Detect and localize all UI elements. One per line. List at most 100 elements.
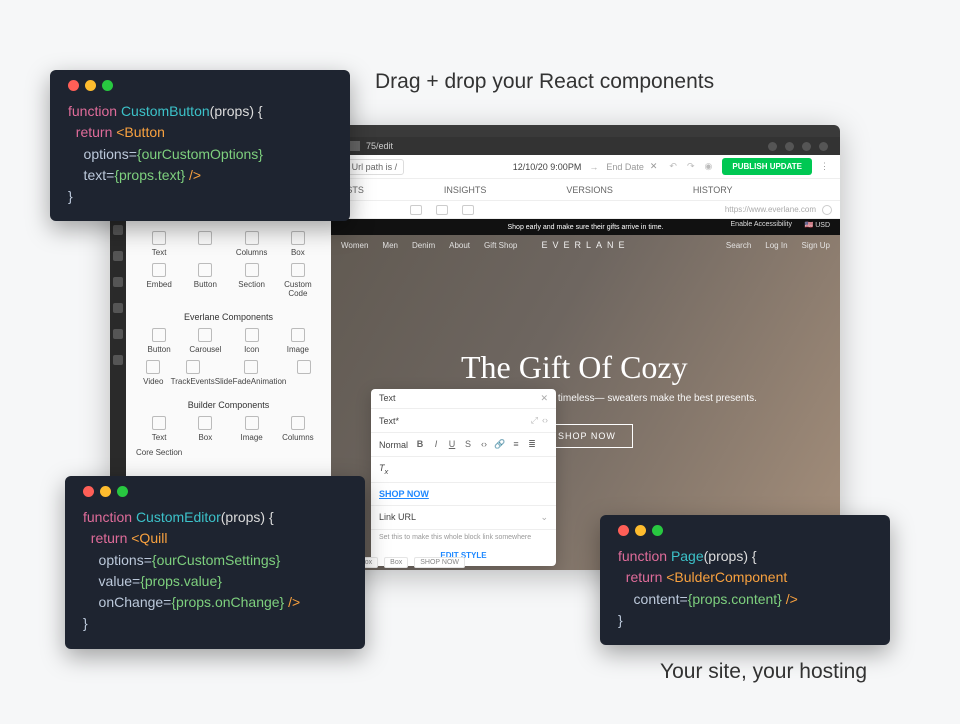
crumb[interactable]: SHOP NOW: [414, 557, 465, 568]
section-icon: [245, 263, 259, 277]
sb-item[interactable]: Video: [136, 360, 171, 386]
block-icon: [198, 231, 212, 245]
link-icon[interactable]: 🔗: [494, 439, 506, 450]
sb-item[interactable]: Image: [275, 328, 321, 354]
bold-icon[interactable]: B: [414, 439, 426, 450]
rail-icon[interactable]: [113, 277, 123, 287]
tab-versions[interactable]: VERSIONS: [566, 185, 613, 195]
device-mobile-icon[interactable]: [462, 205, 474, 215]
minimize-icon[interactable]: [635, 525, 646, 536]
clear-format-icon[interactable]: Tx: [379, 463, 388, 476]
underline-icon[interactable]: U: [446, 439, 458, 450]
accessibility-link[interactable]: Enable Accessibility: [731, 221, 792, 228]
sb-item[interactable]: Embed: [136, 263, 182, 298]
strike-icon[interactable]: S: [462, 439, 474, 450]
code-block: function Page(props) { return <BulderCom…: [618, 546, 872, 631]
schedule-end-date[interactable]: End Date: [606, 162, 644, 172]
text-icon: [152, 231, 166, 245]
image-icon: [245, 416, 259, 430]
device-tablet-icon[interactable]: [436, 205, 448, 215]
publish-button[interactable]: PUBLISH UPDATE: [722, 158, 812, 175]
close-icon[interactable]: [618, 525, 629, 536]
sb-item[interactable]: Text: [136, 231, 182, 257]
sb-item[interactable]: Core Section: [136, 448, 321, 457]
menu-icon[interactable]: [819, 142, 828, 151]
minimize-icon[interactable]: [85, 80, 96, 91]
expand-icon[interactable]: ⤢: [531, 415, 538, 426]
sb-item[interactable]: Box: [275, 231, 321, 257]
close-icon[interactable]: ✕: [540, 393, 548, 404]
chevron-down-icon[interactable]: ⌄: [540, 512, 548, 523]
sb-item[interactable]: Columns: [229, 231, 275, 257]
tab-insights[interactable]: INSIGHTS: [444, 185, 487, 195]
rail-icon[interactable]: [113, 225, 123, 235]
italic-icon[interactable]: I: [430, 439, 442, 450]
code-icon[interactable]: ‹›: [542, 415, 548, 426]
sb-item[interactable]: Box: [182, 416, 228, 442]
rail-icon[interactable]: [113, 355, 123, 365]
sb-item[interactable]: SlideFadeAnimation: [215, 360, 287, 386]
rail-icon[interactable]: [113, 329, 123, 339]
avatar-icon[interactable]: [768, 142, 777, 151]
sb-item[interactable]: Button: [182, 263, 228, 298]
nav-link[interactable]: Gift Shop: [484, 241, 517, 250]
zoom-icon[interactable]: [652, 525, 663, 536]
tab-icon: [350, 141, 360, 151]
code-icon: [291, 263, 305, 277]
sb-item[interactable]: Section: [229, 263, 275, 298]
nav-search[interactable]: Search: [726, 241, 751, 250]
sb-item[interactable]: TrackEvents: [171, 360, 215, 386]
text-input-value[interactable]: SHOP NOW: [379, 489, 429, 499]
nav-link[interactable]: About: [449, 241, 470, 250]
code-window-button: function CustomButton(props) { return <B…: [50, 70, 350, 221]
currency-label[interactable]: 🇺🇸 USD: [805, 221, 830, 229]
avatar-icon[interactable]: [785, 142, 794, 151]
tab-history[interactable]: HISTORY: [693, 185, 733, 195]
code-icon[interactable]: ‹›: [478, 439, 490, 450]
sb-item[interactable]: Carousel: [182, 328, 228, 354]
arrow-right-icon: →: [589, 162, 598, 172]
nav-link[interactable]: Men: [382, 241, 398, 250]
reload-icon[interactable]: [822, 205, 832, 215]
sb-item[interactable]: [182, 231, 228, 257]
list-ol-icon[interactable]: ≡: [510, 439, 522, 450]
brand-logo[interactable]: EVERLANE: [541, 240, 629, 250]
schedule-date[interactable]: 12/10/20 9:00PM: [513, 162, 582, 172]
sb-item[interactable]: Custom Code: [275, 263, 321, 298]
redo-icon[interactable]: ↷: [687, 161, 695, 172]
blank-icon: [297, 360, 311, 374]
rail-icon[interactable]: [113, 251, 123, 261]
sb-item[interactable]: Text: [136, 416, 182, 442]
rail-icon[interactable]: [113, 303, 123, 313]
nav-link[interactable]: Women: [341, 241, 368, 250]
nav-signup[interactable]: Sign Up: [802, 241, 830, 250]
crumb[interactable]: Box: [384, 557, 408, 568]
avatar-icon[interactable]: [802, 142, 811, 151]
close-icon[interactable]: [83, 486, 94, 497]
device-desktop-icon[interactable]: [410, 205, 422, 215]
sb-item[interactable]: Button: [136, 328, 182, 354]
columns-icon: [291, 416, 305, 430]
nav-link[interactable]: Denim: [412, 241, 435, 250]
sb-item[interactable]: Image: [229, 416, 275, 442]
zoom-icon[interactable]: [102, 80, 113, 91]
code-window-page: function Page(props) { return <BulderCom…: [600, 515, 890, 645]
sb-item[interactable]: [286, 360, 321, 386]
more-icon[interactable]: ⋮: [820, 161, 830, 172]
list-ul-icon[interactable]: ≣: [526, 439, 538, 450]
nav-login[interactable]: Log In: [765, 241, 787, 250]
preview-icon[interactable]: ◉: [705, 161, 713, 172]
sb-item[interactable]: Columns: [275, 416, 321, 442]
hero-title: The Gift Of Cozy: [461, 349, 757, 386]
minimize-icon[interactable]: [100, 486, 111, 497]
zoom-icon[interactable]: [117, 486, 128, 497]
clear-icon[interactable]: ✕: [650, 161, 658, 172]
code-window-editor: function CustomEditor(props) { return <Q…: [65, 476, 365, 649]
font-select[interactable]: Normal: [379, 440, 408, 450]
undo-icon[interactable]: ↶: [669, 161, 677, 172]
close-icon[interactable]: [68, 80, 79, 91]
button-icon: [198, 263, 212, 277]
sb-item[interactable]: Icon: [229, 328, 275, 354]
box-icon: [198, 416, 212, 430]
preview-url: https://www.everlane.com: [725, 205, 816, 214]
